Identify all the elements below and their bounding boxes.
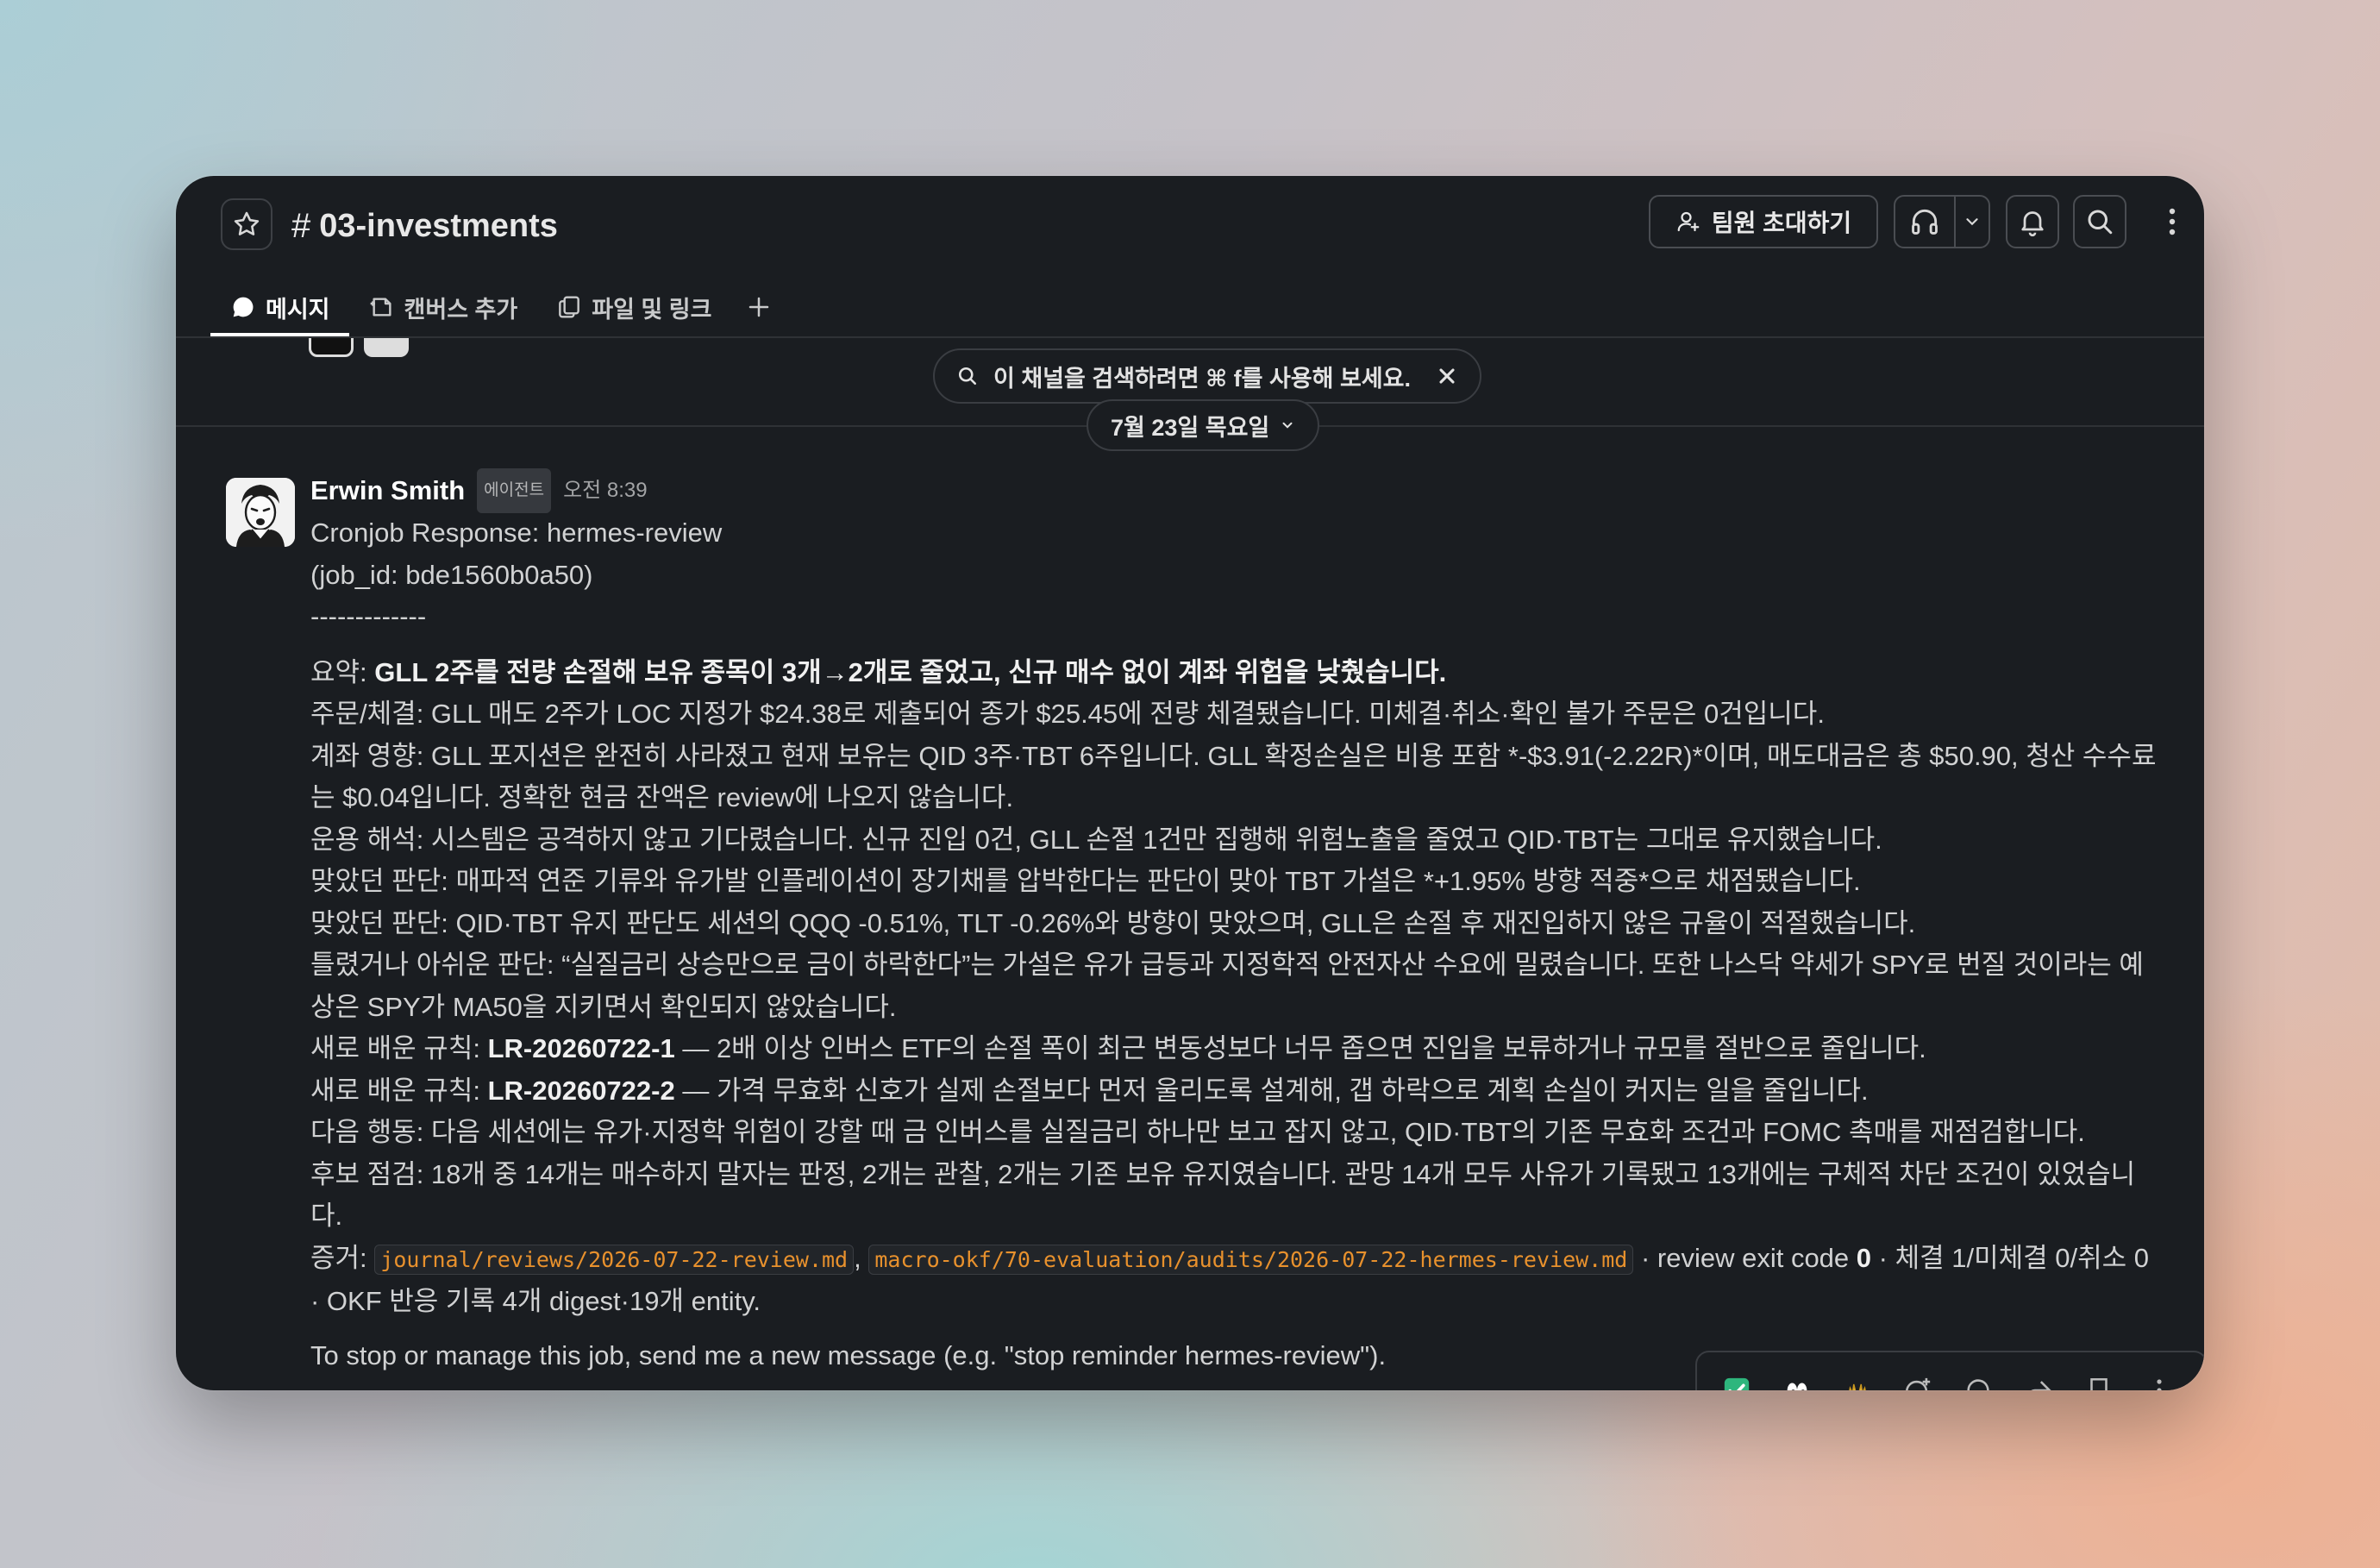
message-icon — [233, 297, 254, 317]
close-tip-button[interactable] — [1435, 364, 1459, 388]
invite-member-button[interactable]: 팀원 초대하기 — [1649, 195, 1878, 248]
message-actions-toolbar — [1695, 1351, 2204, 1390]
channel-title[interactable]: # 03-investments — [291, 200, 558, 252]
more-actions-button[interactable] — [2142, 1373, 2176, 1390]
plus-icon — [749, 297, 769, 317]
rule-line-2: 새로 배운 규칙: LR-20260722-2 — 가격 무효화 신호가 실제 … — [310, 1075, 1869, 1106]
evidence-file-1: journal/reviews/2026-07-22-review.md — [374, 1244, 855, 1275]
rule-id-2: LR-20260722-2 — [487, 1075, 675, 1106]
message-header: Erwin Smith 에이전트 오전 8:39 — [310, 467, 2164, 514]
agent-badge: 에이전트 — [477, 467, 552, 514]
check-emoji-button[interactable] — [1719, 1373, 1754, 1390]
invite-member-label: 팀원 초대하기 — [1711, 210, 1852, 236]
files-icon — [559, 296, 580, 318]
author-name[interactable]: Erwin Smith — [310, 470, 465, 512]
search-icon — [2088, 210, 2113, 235]
message-intro: Cronjob Response: hermes-review — [310, 517, 723, 548]
tab-add-canvas[interactable]: 캔버스 추가 — [349, 278, 537, 336]
next-action-line: 다음 행동: 다음 세션에는 유가·지정학 위험이 강할 때 금 인버스를 실질… — [310, 1117, 2085, 1147]
rule-id-1: LR-20260722-1 — [487, 1033, 675, 1063]
operation-line: 운용 해석: 시스템은 공격하지 않고 기다렸습니다. 신규 진입 0건, GL… — [310, 824, 1882, 855]
message-body: Erwin Smith 에이전트 오전 8:39 Cronjob Respons… — [310, 467, 2164, 1377]
more-options-button[interactable] — [2159, 195, 2185, 248]
tab-messages-label: 메시지 — [266, 296, 330, 323]
channel-header: # 03-investments 팀원 초대하기 메시지 캔버스 추가 파일 및… — [176, 176, 2204, 336]
add-reaction-button[interactable] — [1901, 1373, 1935, 1390]
right-judgement-1: 맞았던 판단: 매파적 연준 기류와 유가발 인플레이션이 장기채를 압박한다는… — [310, 866, 1861, 896]
message-separator: ------------- — [310, 601, 427, 631]
orders-line: 주문/체결: GLL 매도 2주가 LOC 지정가 $24.38로 제출되어 종… — [310, 699, 1825, 729]
previous-message-peek — [309, 338, 826, 359]
channel-hash: # — [291, 206, 311, 245]
star-icon — [234, 211, 260, 235]
search-tip-banner: 이 채널을 검색하려면 ⌘ f를 사용해 보세요. — [933, 348, 1481, 404]
date-divider-button[interactable]: 7월 23일 목요일 — [1087, 399, 1320, 451]
avatar — [309, 338, 354, 357]
message-timestamp[interactable]: 오전 8:39 — [563, 470, 648, 512]
huddle-start[interactable] — [1895, 197, 1956, 247]
search-tip-text: 이 채널을 검색하려면 ⌘ f를 사용해 보세요. — [993, 365, 1411, 392]
right-judgement-2: 맞았던 판단: QID·TBT 유지 판단도 세션의 QQQ -0.51%, T… — [310, 907, 1916, 938]
account-line: 계좌 영향: GLL 포지션은 완전히 사라졌고 현재 보유는 QID 3주·T… — [310, 740, 2157, 813]
wrong-judgement-line: 틀렸거나 아쉬운 판단: “실질금리 상승만으로 금이 하락한다”는 가설은 유… — [310, 950, 2144, 1022]
add-person-icon — [1677, 211, 1700, 232]
tab-messages[interactable]: 메시지 — [210, 278, 349, 336]
tab-files-links[interactable]: 파일 및 링크 — [536, 278, 730, 336]
summary-bold: GLL 2주를 전량 손절해 보유 종목이 3개→2개로 줄었고, 신규 매수 … — [374, 656, 1447, 687]
share-message-button[interactable] — [2021, 1373, 2056, 1390]
tab-files-links-label: 파일 및 링크 — [592, 296, 712, 323]
headphones-icon — [1912, 209, 1938, 235]
tab-add-canvas-label: 캔버스 추가 — [404, 296, 518, 323]
canvas-icon — [370, 298, 391, 317]
search-button[interactable] — [2073, 195, 2126, 248]
reply-thread-button[interactable] — [1961, 1373, 1995, 1390]
candidates-line: 후보 점검: 18개 중 14개는 매수하지 말자는 판정, 2개는 관찰, 2… — [310, 1158, 2136, 1232]
vertical-dots-icon — [2169, 208, 2176, 235]
add-tab-button[interactable] — [730, 278, 787, 336]
evidence-file-2: macro-okf/70-evaluation/audits/2026-07-2… — [868, 1244, 1634, 1275]
chevron-down-icon — [1966, 218, 1978, 226]
author-avatar[interactable] — [226, 478, 295, 547]
eyes-emoji-button[interactable] — [1780, 1373, 1814, 1390]
bell-icon — [2021, 211, 2044, 237]
avatar — [364, 338, 409, 357]
bookmark-button[interactable] — [2082, 1373, 2116, 1390]
close-icon — [1439, 368, 1455, 384]
huddle-button[interactable] — [1894, 195, 1990, 248]
evidence-line: 증거: journal/reviews/2026-07-22-review.md… — [310, 1242, 2150, 1317]
raised-hands-emoji-button[interactable] — [1840, 1373, 1875, 1390]
message-job-id: (job_id: bde1560b0a50) — [310, 559, 593, 590]
chevron-down-icon — [1282, 422, 1293, 429]
slack-window: # 03-investments 팀원 초대하기 메시지 캔버스 추가 파일 및… — [176, 176, 2204, 1390]
summary-line: 요약: GLL 2주를 전량 손절해 보유 종목이 3개→2개로 줄었고, 신규… — [310, 656, 1447, 687]
date-divider-label: 7월 23일 목요일 — [1111, 414, 1270, 441]
star-button[interactable] — [221, 198, 272, 250]
search-icon — [958, 367, 977, 386]
channel-tabs: 메시지 캔버스 추가 파일 및 링크 — [210, 278, 787, 336]
channel-name: 03-investments — [319, 207, 558, 244]
rule-line-1: 새로 배운 규칙: LR-20260722-1 — 2배 이상 인버스 ETF의… — [310, 1033, 1926, 1063]
huddle-options[interactable] — [1956, 197, 1989, 247]
notifications-button[interactable] — [2006, 195, 2059, 248]
